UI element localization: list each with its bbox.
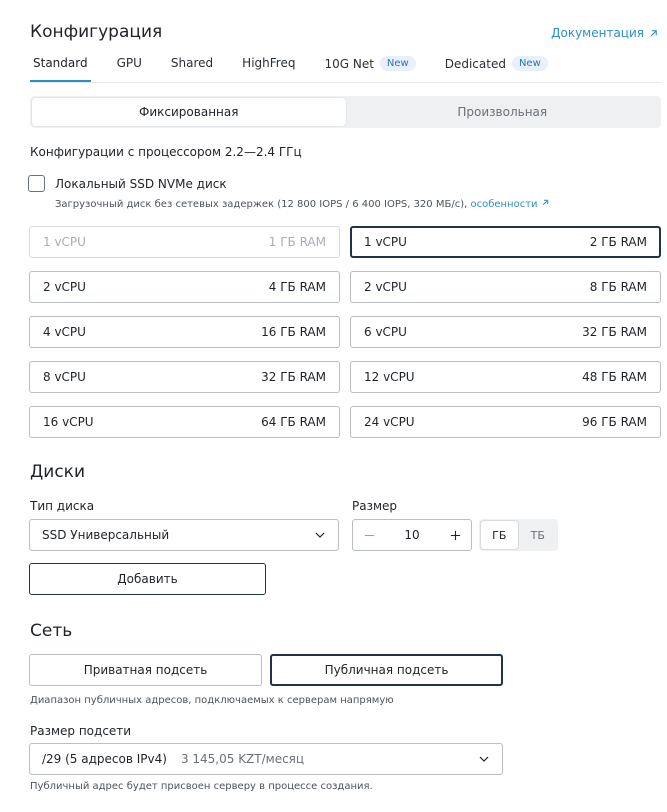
network-heading: Сеть: [30, 621, 73, 641]
tab-label: 10G Net: [324, 56, 374, 71]
config-grid: 1 vCPU 1 ГБ RAM 1 vCPU 2 ГБ RAM 2 vCPU 4 ГБ…: [29, 226, 661, 438]
disk-size-value[interactable]: 10: [404, 528, 419, 542]
local-ssd-option: Локальный SSD NVMe диск: [28, 175, 227, 192]
external-link-icon: [542, 199, 548, 206]
subnet-value: /29 (5 адресов IPv4): [42, 752, 167, 766]
config-option[interactable]: 1 vCPU 1 ГБ RAM: [29, 226, 340, 258]
config-option[interactable]: 8 vCPU 32 ГБ RAM: [29, 361, 340, 393]
new-badge: New: [379, 56, 416, 71]
features-link-label: особенности: [470, 199, 538, 210]
mode-custom-button[interactable]: Произвольная: [346, 98, 660, 126]
config-option[interactable]: 1 vCPU 2 ГБ RAM: [350, 226, 661, 258]
page-title: Конфигурация: [30, 22, 163, 42]
tab-label: Shared: [170, 56, 214, 70]
cpu-frequency-note: Конфигурации с процессором 2.2—2.4 ГГц: [30, 145, 302, 159]
config-cpu: 2 vCPU: [364, 280, 407, 294]
private-subnet-button[interactable]: Приватная подсеть: [29, 654, 262, 686]
subnet-size-label: Размер подсети: [30, 724, 132, 738]
new-badge: New: [511, 56, 548, 71]
mode-fixed-button[interactable]: Фиксированная: [32, 98, 346, 126]
config-ram: 1 ГБ RAM: [268, 235, 326, 249]
tab-dedicated[interactable]: Dedicated New: [442, 52, 551, 79]
tab-10g-net[interactable]: 10G Net New: [321, 52, 418, 79]
config-ram: 8 ГБ RAM: [589, 280, 647, 294]
external-link-icon: [650, 29, 657, 37]
config-ram: 2 ГБ RAM: [589, 235, 647, 249]
size-unit-toggle: ГБ ТБ: [479, 519, 558, 551]
config-option[interactable]: 24 vCPU 96 ГБ RAM: [350, 406, 661, 438]
disk-type-label: Тип диска: [30, 499, 95, 513]
tab-gpu[interactable]: GPU: [114, 52, 145, 78]
local-ssd-hint: Загрузочный диск без сетевых задержек (1…: [55, 198, 550, 210]
tab-standard[interactable]: Standard: [30, 52, 91, 82]
config-ram: 32 ГБ RAM: [261, 370, 326, 384]
disk-type-select[interactable]: SSD Универсальный: [29, 519, 339, 551]
config-ram: 4 ГБ RAM: [268, 280, 326, 294]
tabs-divider: [30, 82, 661, 83]
tab-highfreq[interactable]: HighFreq: [239, 52, 298, 78]
config-cpu: 6 vCPU: [364, 325, 407, 339]
config-cpu: 12 vCPU: [364, 370, 415, 384]
unit-tb-button[interactable]: ТБ: [520, 521, 557, 549]
config-ram: 32 ГБ RAM: [582, 325, 647, 339]
tab-label: Standard: [33, 56, 88, 70]
instance-type-tabs: Standard GPU Shared HighFreq 10G Net New …: [30, 52, 661, 82]
config-ram: 16 ГБ RAM: [261, 325, 326, 339]
config-option[interactable]: 4 vCPU 16 ГБ RAM: [29, 316, 340, 348]
config-option[interactable]: 16 vCPU 64 ГБ RAM: [29, 406, 340, 438]
disks-heading: Диски: [30, 462, 85, 482]
plus-icon: [450, 530, 460, 540]
local-ssd-checkbox[interactable]: [28, 175, 45, 192]
chevron-down-icon: [479, 756, 489, 762]
config-option[interactable]: 2 vCPU 8 ГБ RAM: [350, 271, 661, 303]
local-ssd-label: Локальный SSD NVMe диск: [55, 176, 227, 191]
local-ssd-hint-text: Загрузочный диск без сетевых задержек (1…: [55, 199, 468, 210]
config-cpu: 8 vCPU: [43, 370, 86, 384]
documentation-link-label: Документация: [551, 26, 644, 40]
disk-type-value: SSD Универсальный: [42, 528, 170, 542]
tab-label: Dedicated: [444, 56, 506, 71]
config-cpu: 24 vCPU: [364, 415, 415, 429]
config-cpu: 1 vCPU: [43, 235, 86, 249]
public-subnet-button[interactable]: Публичная подсеть: [270, 654, 503, 686]
config-cpu: 4 vCPU: [43, 325, 86, 339]
increment-button[interactable]: [448, 528, 462, 542]
tab-label: HighFreq: [242, 56, 296, 70]
config-option[interactable]: 2 vCPU 4 ГБ RAM: [29, 271, 340, 303]
config-cpu: 2 vCPU: [43, 280, 86, 294]
subnet-size-select[interactable]: /29 (5 адресов IPv4) 3 145,05 KZT/месяц: [29, 743, 503, 775]
disk-size-stepper: 10: [352, 519, 472, 551]
config-ram: 96 ГБ RAM: [582, 415, 647, 429]
chevron-down-icon: [315, 532, 325, 538]
tab-label: GPU: [116, 56, 142, 70]
unit-gb-button[interactable]: ГБ: [481, 521, 518, 549]
subnet-option: /29 (5 адресов IPv4) 3 145,05 KZT/месяц: [42, 752, 304, 766]
features-link[interactable]: особенности: [470, 199, 549, 210]
documentation-link[interactable]: Документация: [551, 26, 659, 40]
config-option[interactable]: 12 vCPU 48 ГБ RAM: [350, 361, 661, 393]
disk-size-label: Размер: [352, 499, 398, 513]
subnet-price: 3 145,05 KZT/месяц: [180, 752, 305, 766]
config-option[interactable]: 6 vCPU 32 ГБ RAM: [350, 316, 661, 348]
config-cpu: 16 vCPU: [43, 415, 94, 429]
config-ram: 64 ГБ RAM: [261, 415, 326, 429]
minus-icon: [364, 534, 374, 536]
config-mode-toggle: Фиксированная Произвольная: [30, 96, 661, 128]
add-disk-button[interactable]: Добавить: [29, 563, 266, 595]
config-cpu: 1 vCPU: [364, 235, 407, 249]
config-ram: 48 ГБ RAM: [582, 370, 647, 384]
public-address-hint: Публичный адрес будет присвоен серверу в…: [30, 781, 373, 792]
tab-shared[interactable]: Shared: [168, 52, 216, 78]
decrement-button[interactable]: [362, 528, 376, 542]
network-hint: Диапазон публичных адресов, подключаемых…: [30, 695, 394, 706]
